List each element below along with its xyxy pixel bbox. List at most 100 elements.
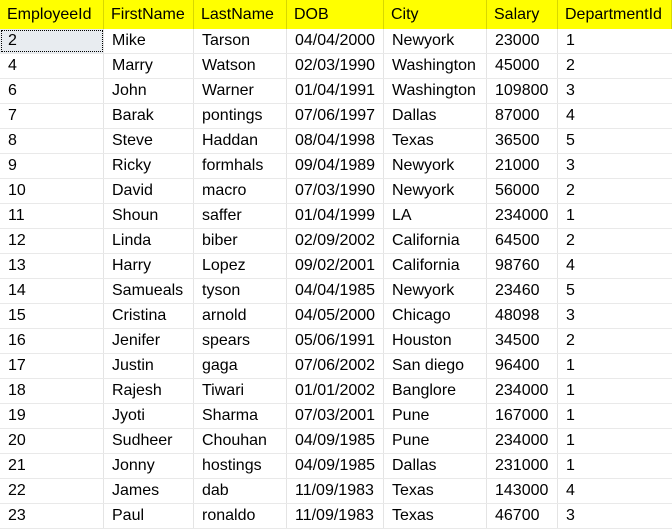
table-row[interactable]: 9 Ricky formhals 09/04/1989 Newyork 21000 3 [0,154,672,179]
table-row[interactable]: 2 Mike Tarson 04/04/2000 Newyork 23000 1 [0,29,672,54]
cell-dob[interactable]: 05/06/1991 [287,329,384,353]
cell-employeeid[interactable]: 12 [0,229,104,253]
cell-city[interactable]: LA [384,204,487,228]
cell-dob[interactable]: 08/04/1998 [287,129,384,153]
cell-city[interactable]: California [384,254,487,278]
cell-departmentid[interactable]: 1 [558,454,672,478]
cell-employeeid[interactable]: 11 [0,204,104,228]
table-row[interactable]: 12 Linda biber 02/09/2002 California 64500 2 [0,229,672,254]
cell-dob[interactable]: 09/02/2001 [287,254,384,278]
cell-lastname[interactable]: Lopez [194,254,287,278]
cell-firstname[interactable]: Barak [104,104,194,128]
table-row[interactable]: 23 Paul ronaldo 11/09/1983 Texas 46700 3 [0,504,672,529]
cell-city[interactable]: Houston [384,329,487,353]
cell-firstname[interactable]: Rajesh [104,379,194,403]
cell-lastname[interactable]: pontings [194,104,287,128]
cell-city[interactable]: Banglore [384,379,487,403]
cell-employeeid[interactable]: 20 [0,429,104,453]
cell-salary[interactable]: 56000 [487,179,558,203]
table-row[interactable]: 19 Jyoti Sharma 07/03/2001 Pune 167000 1 [0,404,672,429]
cell-city[interactable]: Newyork [384,179,487,203]
cell-city[interactable]: Newyork [384,29,487,53]
cell-city[interactable]: Pune [384,404,487,428]
cell-city[interactable]: Washington [384,54,487,78]
cell-salary[interactable]: 234000 [487,429,558,453]
column-header-departmentid[interactable]: DepartmentId [558,0,672,29]
cell-departmentid[interactable]: 5 [558,129,672,153]
cell-dob[interactable]: 04/09/1985 [287,429,384,453]
table-row[interactable]: 22 James dab 11/09/1983 Texas 143000 4 [0,479,672,504]
cell-dob[interactable]: 01/04/1999 [287,204,384,228]
cell-firstname[interactable]: Shoun [104,204,194,228]
cell-lastname[interactable]: tyson [194,279,287,303]
cell-city[interactable]: Newyork [384,279,487,303]
table-row[interactable]: 16 Jenifer spears 05/06/1991 Houston 34500 2 [0,329,672,354]
cell-employeeid[interactable]: 18 [0,379,104,403]
table-row[interactable]: 14 Samueals tyson 04/04/1985 Newyork 23460 5 [0,279,672,304]
cell-firstname[interactable]: Paul [104,504,194,528]
cell-lastname[interactable]: gaga [194,354,287,378]
cell-firstname[interactable]: Samueals [104,279,194,303]
cell-dob[interactable]: 11/09/1983 [287,479,384,503]
cell-lastname[interactable]: saffer [194,204,287,228]
cell-departmentid[interactable]: 2 [558,54,672,78]
cell-firstname[interactable]: James [104,479,194,503]
cell-dob[interactable]: 07/06/2002 [287,354,384,378]
cell-salary[interactable]: 64500 [487,229,558,253]
cell-employeeid[interactable]: 7 [0,104,104,128]
cell-city[interactable]: Newyork [384,154,487,178]
cell-firstname[interactable]: David [104,179,194,203]
table-row[interactable]: 17 Justin gaga 07/06/2002 San diego 96400 1 [0,354,672,379]
cell-city[interactable]: Texas [384,129,487,153]
cell-salary[interactable]: 109800 [487,79,558,103]
cell-dob[interactable]: 04/04/2000 [287,29,384,53]
cell-firstname[interactable]: Cristina [104,304,194,328]
cell-firstname[interactable]: Linda [104,229,194,253]
cell-employeeid[interactable]: 17 [0,354,104,378]
cell-salary[interactable]: 98760 [487,254,558,278]
cell-departmentid[interactable]: 3 [558,154,672,178]
column-header-firstname[interactable]: FirstName [104,0,194,29]
cell-lastname[interactable]: Sharma [194,404,287,428]
table-row[interactable]: 15 Cristina arnold 04/05/2000 Chicago 48098 3 [0,304,672,329]
cell-departmentid[interactable]: 1 [558,354,672,378]
cell-employeeid[interactable]: 4 [0,54,104,78]
cell-employeeid[interactable]: 2 [0,29,104,53]
cell-employeeid[interactable]: 13 [0,254,104,278]
cell-lastname[interactable]: arnold [194,304,287,328]
cell-employeeid[interactable]: 21 [0,454,104,478]
cell-city[interactable]: Dallas [384,454,487,478]
cell-lastname[interactable]: formhals [194,154,287,178]
cell-lastname[interactable]: biber [194,229,287,253]
cell-employeeid[interactable]: 9 [0,154,104,178]
cell-city[interactable]: Texas [384,479,487,503]
cell-firstname[interactable]: John [104,79,194,103]
cell-dob[interactable]: 01/04/1991 [287,79,384,103]
cell-departmentid[interactable]: 4 [558,254,672,278]
cell-departmentid[interactable]: 5 [558,279,672,303]
cell-departmentid[interactable]: 3 [558,79,672,103]
cell-lastname[interactable]: Haddan [194,129,287,153]
column-header-dob[interactable]: DOB [287,0,384,29]
cell-lastname[interactable]: Warner [194,79,287,103]
cell-dob[interactable]: 04/04/1985 [287,279,384,303]
cell-dob[interactable]: 07/03/2001 [287,404,384,428]
cell-employeeid[interactable]: 10 [0,179,104,203]
cell-salary[interactable]: 231000 [487,454,558,478]
cell-employeeid[interactable]: 15 [0,304,104,328]
table-row[interactable]: 6 John Warner 01/04/1991 Washington 109800 3 [0,79,672,104]
cell-firstname[interactable]: Justin [104,354,194,378]
cell-departmentid[interactable]: 1 [558,29,672,53]
column-header-lastname[interactable]: LastName [194,0,287,29]
cell-firstname[interactable]: Ricky [104,154,194,178]
cell-employeeid[interactable]: 22 [0,479,104,503]
cell-salary[interactable]: 34500 [487,329,558,353]
column-header-salary[interactable]: Salary [487,0,558,29]
cell-dob[interactable]: 01/01/2002 [287,379,384,403]
cell-departmentid[interactable]: 4 [558,479,672,503]
cell-city[interactable]: Washington [384,79,487,103]
cell-employeeid[interactable]: 16 [0,329,104,353]
cell-employeeid[interactable]: 19 [0,404,104,428]
cell-dob[interactable]: 04/05/2000 [287,304,384,328]
cell-departmentid[interactable]: 2 [558,329,672,353]
